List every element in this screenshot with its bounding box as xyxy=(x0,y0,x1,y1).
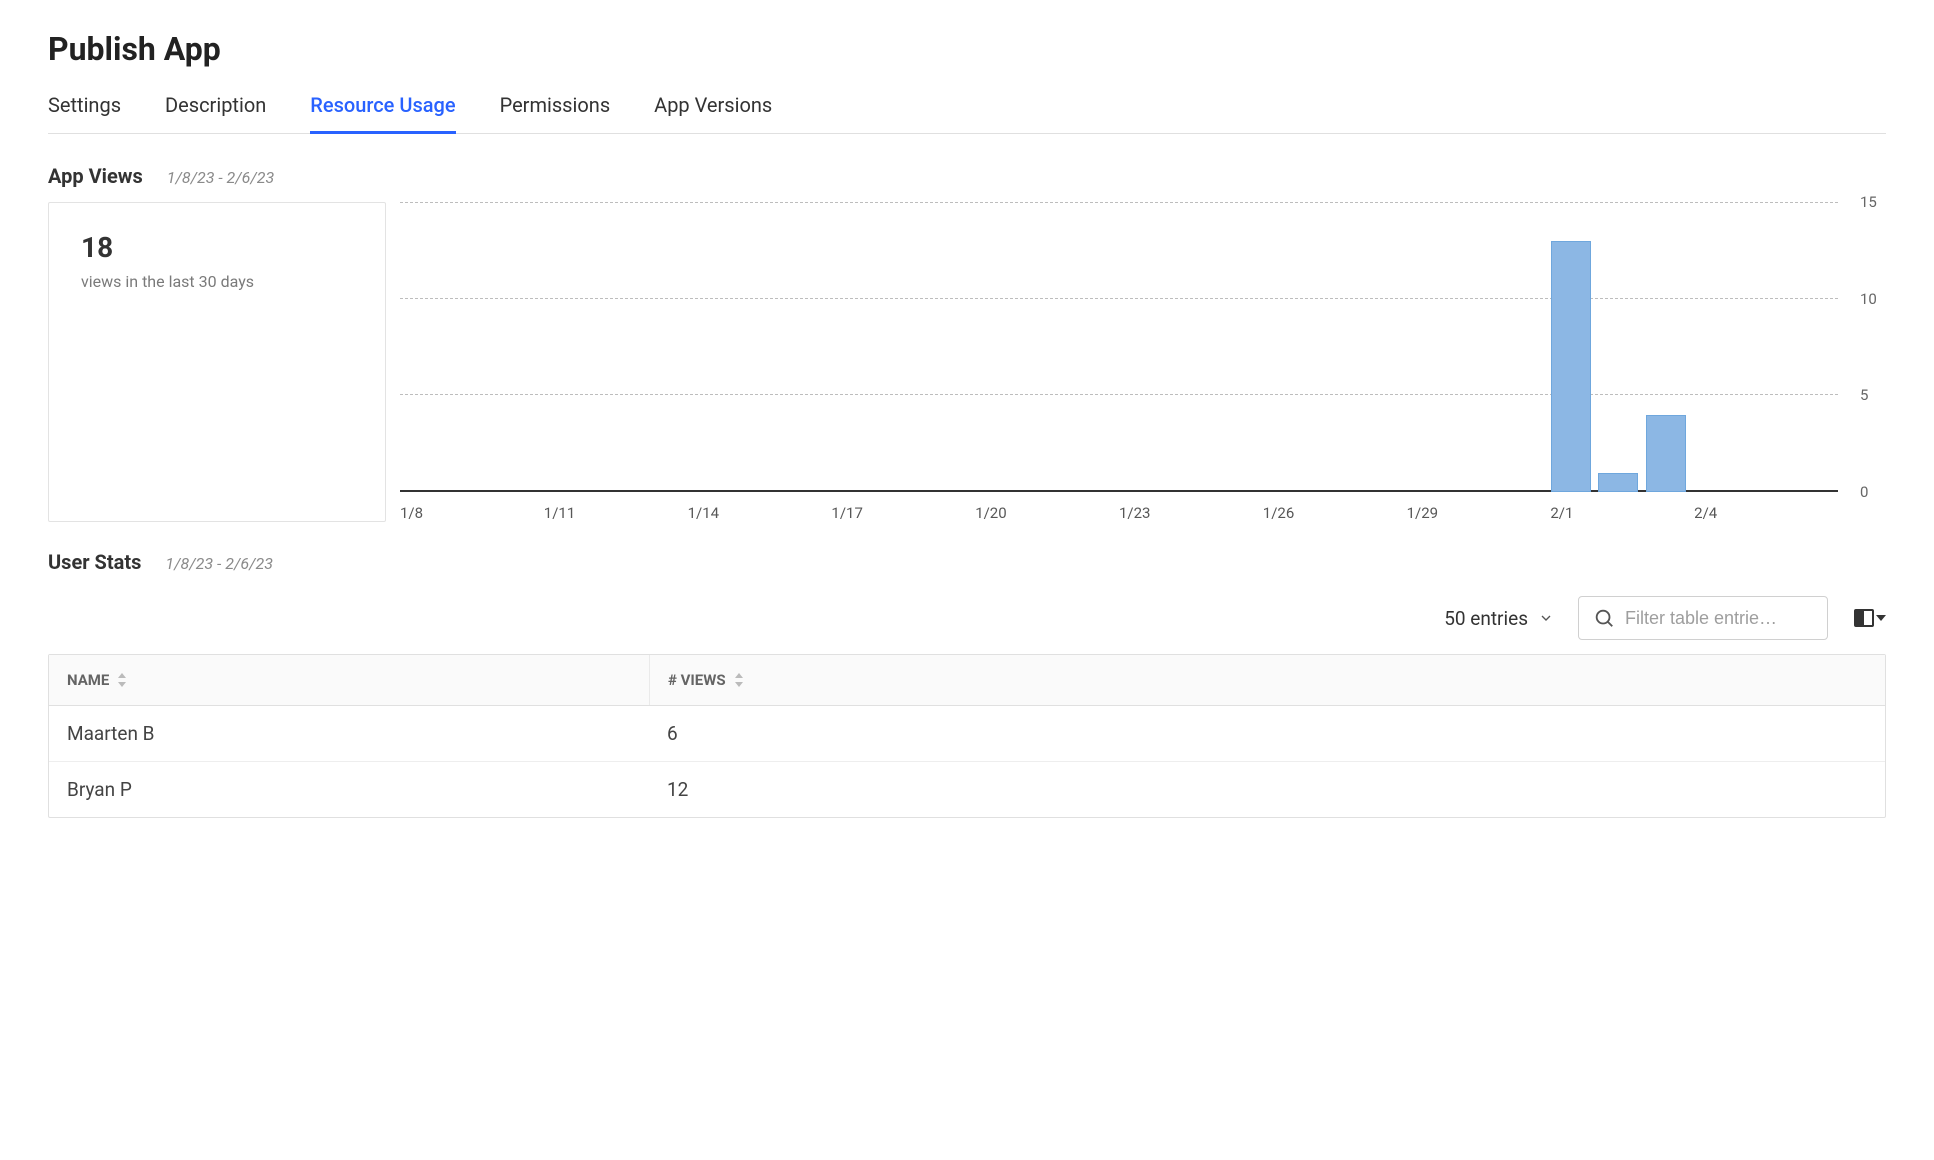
x-tick-label: 1/14 xyxy=(688,504,832,522)
x-tick-label: 1/29 xyxy=(1407,504,1551,522)
x-tick-label: 1/17 xyxy=(831,504,975,522)
bar-column xyxy=(1119,202,1167,492)
chevron-down-icon xyxy=(1538,610,1554,626)
bar-column xyxy=(927,202,975,492)
column-label: # VIEWS xyxy=(668,671,726,689)
cell-views: 6 xyxy=(649,706,696,761)
bar-column xyxy=(1263,202,1311,492)
y-tick-label: 15 xyxy=(1846,193,1886,211)
bar xyxy=(1551,241,1591,492)
views-stat-sub: views in the last 30 days xyxy=(81,272,353,291)
x-tick-label: 1/26 xyxy=(1263,504,1407,522)
table-header: NAME # VIEWS xyxy=(49,655,1885,706)
bar-column xyxy=(400,202,448,492)
bar-column xyxy=(1455,202,1503,492)
tab-resource-usage[interactable]: Resource Usage xyxy=(310,93,455,134)
table-row[interactable]: Maarten B6 xyxy=(49,706,1885,762)
bar-column xyxy=(975,202,1023,492)
x-tick-label: 1/11 xyxy=(544,504,688,522)
bar-column xyxy=(1359,202,1407,492)
tab-bar: Settings Description Resource Usage Perm… xyxy=(48,92,1886,134)
bar-column xyxy=(1503,202,1551,492)
bar-column xyxy=(544,202,592,492)
user-stats-title: User Stats xyxy=(48,550,141,574)
bar-column xyxy=(448,202,496,492)
views-chart: 051015 1/81/111/141/171/201/231/261/292/… xyxy=(400,202,1886,522)
bar-column xyxy=(1790,202,1838,492)
bar-column xyxy=(1167,202,1215,492)
y-tick-label: 10 xyxy=(1846,290,1886,308)
tab-permissions[interactable]: Permissions xyxy=(500,93,611,134)
views-stat-number: 18 xyxy=(81,231,353,264)
tab-settings[interactable]: Settings xyxy=(48,93,121,134)
bar xyxy=(1646,415,1686,492)
bar-column xyxy=(1742,202,1790,492)
bar-column xyxy=(1407,202,1455,492)
bar-column xyxy=(1598,202,1646,492)
tab-app-versions[interactable]: App Versions xyxy=(654,93,772,134)
app-views-range: 1/8/23 - 2/6/23 xyxy=(167,168,275,187)
x-tick-label: 1/23 xyxy=(1119,504,1263,522)
bar-column xyxy=(736,202,784,492)
search-icon xyxy=(1593,607,1615,629)
bar-column xyxy=(496,202,544,492)
bar-column xyxy=(1646,202,1694,492)
entries-label: 50 entries xyxy=(1444,607,1528,630)
column-header-views[interactable]: # VIEWS xyxy=(649,655,762,705)
sort-icon xyxy=(734,673,744,687)
x-tick-label: 2/4 xyxy=(1694,504,1838,522)
sort-icon xyxy=(117,673,127,687)
column-label: NAME xyxy=(67,671,109,689)
bar-column xyxy=(879,202,927,492)
caret-down-icon xyxy=(1876,613,1886,623)
views-stat-card: 18 views in the last 30 days xyxy=(48,202,386,522)
bar-column xyxy=(592,202,640,492)
bar xyxy=(1598,473,1638,492)
y-tick-label: 0 xyxy=(1846,483,1886,501)
cell-name: Bryan P xyxy=(49,762,649,817)
column-header-name[interactable]: NAME xyxy=(49,655,649,705)
x-tick-label: 1/20 xyxy=(975,504,1119,522)
x-tick-label: 2/1 xyxy=(1550,504,1694,522)
bar-column xyxy=(688,202,736,492)
user-stats-range: 1/8/23 - 2/6/23 xyxy=(165,554,273,573)
app-views-title: App Views xyxy=(48,164,143,188)
cell-views: 12 xyxy=(649,762,706,817)
entries-select[interactable]: 50 entries xyxy=(1444,607,1554,630)
cell-name: Maarten B xyxy=(49,706,649,761)
bar-column xyxy=(784,202,832,492)
user-stats-header: User Stats 1/8/23 - 2/6/23 xyxy=(48,550,1886,574)
columns-icon xyxy=(1852,606,1876,630)
filter-box[interactable] xyxy=(1578,596,1828,640)
bar-column xyxy=(1071,202,1119,492)
filter-input[interactable] xyxy=(1625,608,1813,629)
y-tick-label: 5 xyxy=(1846,386,1886,404)
bar-column xyxy=(1311,202,1359,492)
column-settings-button[interactable] xyxy=(1852,606,1886,630)
bar-column xyxy=(1694,202,1742,492)
table-row[interactable]: Bryan P12 xyxy=(49,762,1885,817)
bar-column xyxy=(831,202,879,492)
bar-column xyxy=(1215,202,1263,492)
app-views-header: App Views 1/8/23 - 2/6/23 xyxy=(48,164,1886,188)
user-stats-table: NAME # VIEWS Maarten B6Bryan P12 xyxy=(48,654,1886,818)
page-title: Publish App xyxy=(48,30,1886,68)
bar-column xyxy=(640,202,688,492)
bar-column xyxy=(1023,202,1071,492)
x-tick-label: 1/8 xyxy=(400,504,544,522)
tab-description[interactable]: Description xyxy=(165,93,266,134)
bar-column xyxy=(1551,202,1599,492)
